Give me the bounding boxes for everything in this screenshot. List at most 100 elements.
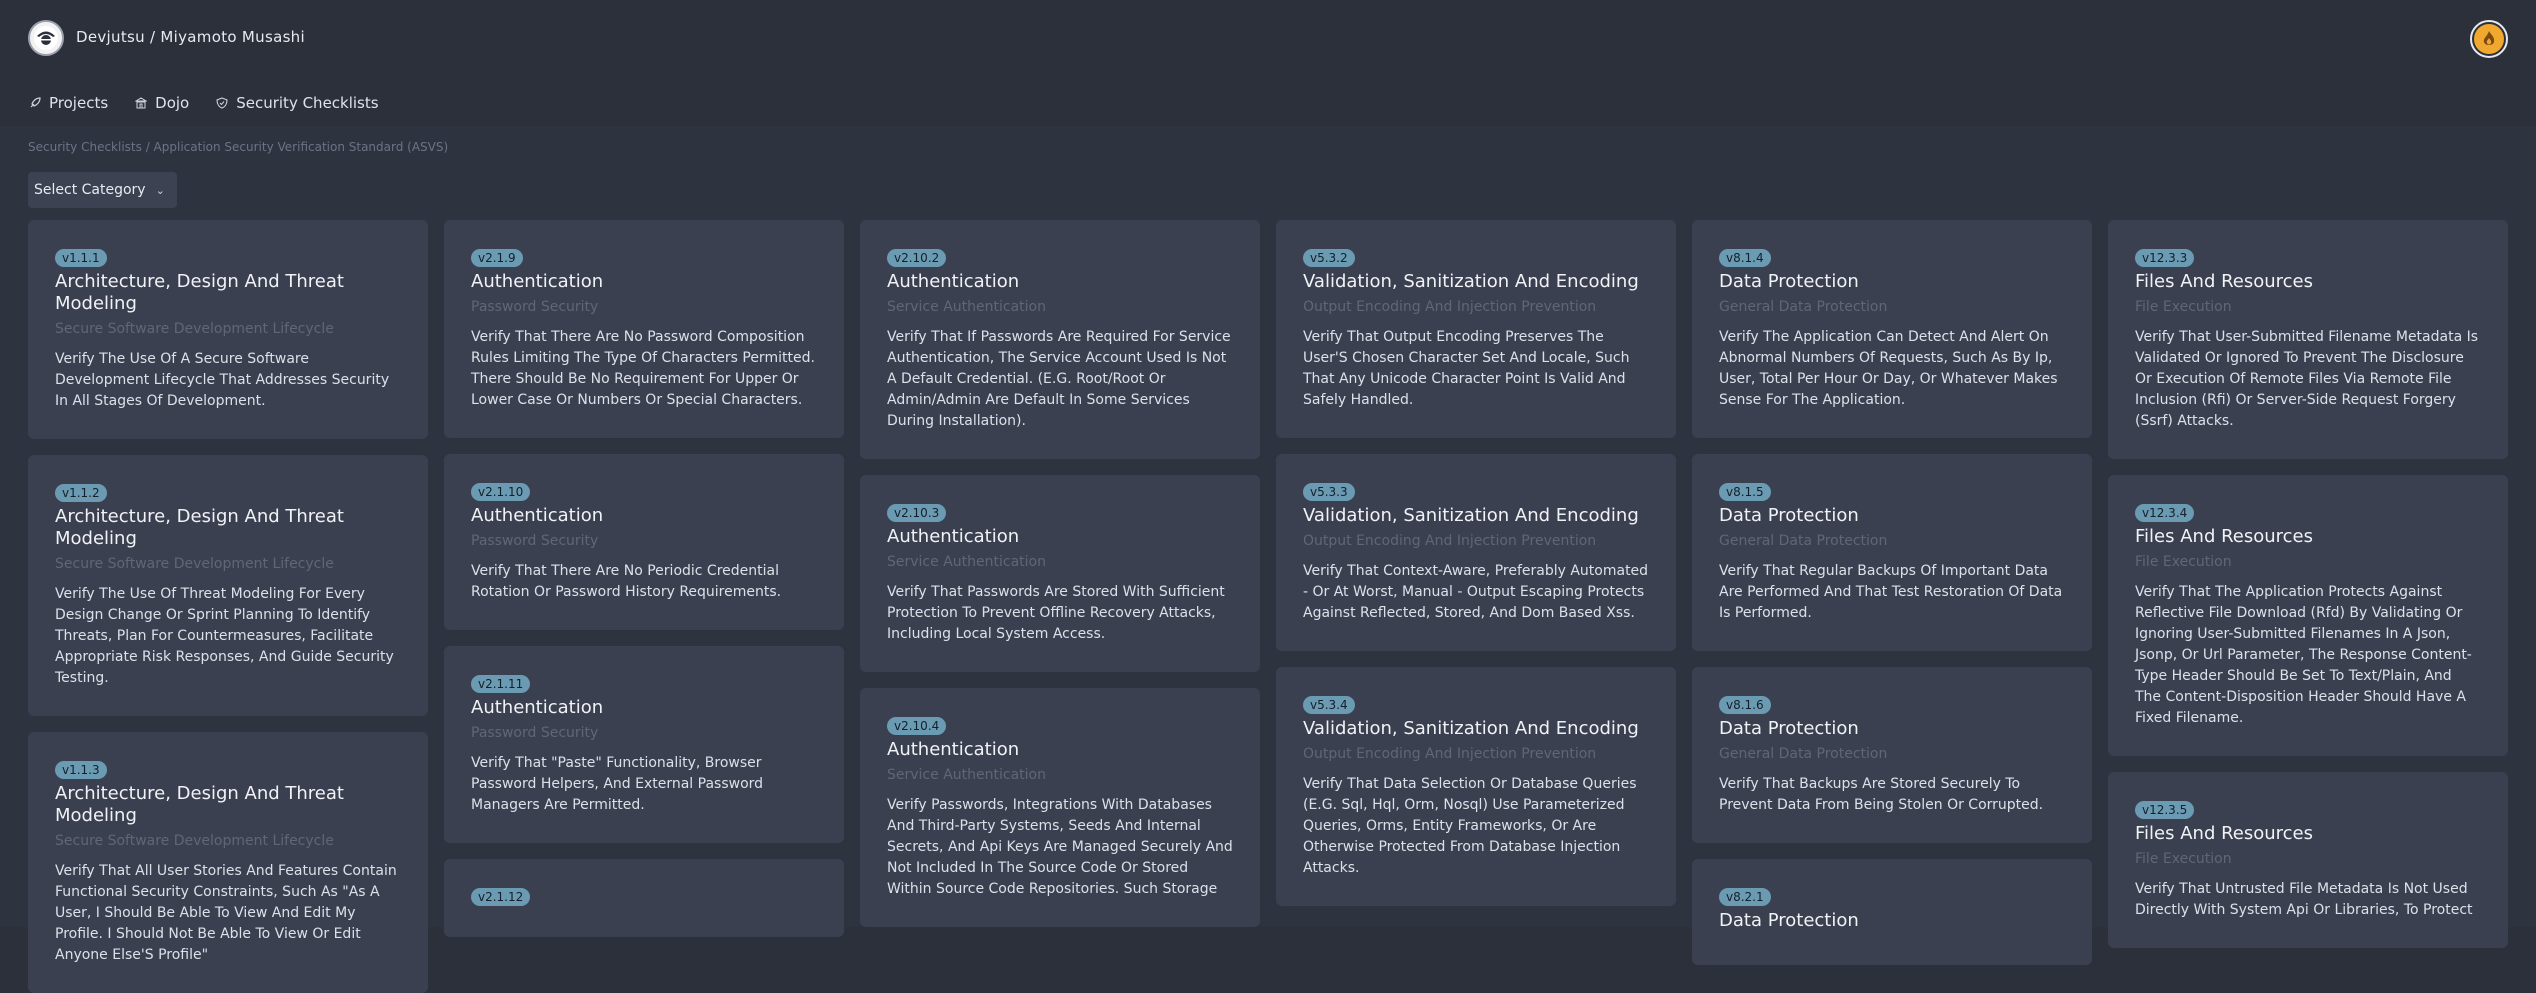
card-subcategory: File Execution [2135,554,2232,570]
card-description: Verify That Backups Are Stored Securely … [1719,776,2044,813]
card-subcategory: Service Authentication [887,767,1046,783]
column-architecture: v1.1.1 Architecture, Design And Threat M… [28,220,428,993]
card-title: Authentication [471,505,604,526]
card-description: Verify That All User Stories And Feature… [55,863,397,963]
checklist-card[interactable]: v5.3.2 Validation, Sanitization And Enco… [1276,220,1676,438]
checklist-card[interactable]: v12.3.3 Files And Resources File Executi… [2108,220,2508,459]
nav-label-projects: Projects [49,94,109,112]
card-title: Data Protection [1719,718,1859,739]
card-title: Authentication [887,271,1020,292]
card-subcategory: Secure Software Development Lifecycle [55,556,334,572]
card-subcategory: Service Authentication [887,554,1046,570]
card-description: Verify The Use Of A Secure Software Deve… [55,351,390,409]
checklist-card[interactable]: v5.3.3 Validation, Sanitization And Enco… [1276,454,1676,651]
requirement-id-badge: v2.1.10 [471,483,531,501]
card-title: Files And Resources [2135,526,2314,547]
card-subcategory: Password Security [471,725,599,741]
checklist-card[interactable]: v5.3.4 Validation, Sanitization And Enco… [1276,667,1676,906]
category-select[interactable]: Select Category ⌄ [28,172,177,208]
temple-icon [134,96,148,110]
card-description: Verify Passwords, Integrations With Data… [887,797,1233,897]
card-subcategory: Password Security [471,299,599,315]
card-title: Data Protection [1719,910,1859,931]
requirement-id-badge: v5.3.2 [1303,249,1355,267]
checklist-card[interactable]: v1.1.2 Architecture, Design And Threat M… [28,455,428,716]
card-subcategory: General Data Protection [1719,533,1888,549]
card-title: Authentication [471,697,604,718]
card-title: Files And Resources [2135,271,2314,292]
nav-item-dojo[interactable]: Dojo [134,94,189,112]
requirement-id-badge: v8.1.6 [1719,696,1771,714]
card-subcategory: File Execution [2135,299,2232,315]
card-title: Data Protection [1719,505,1859,526]
card-title: Authentication [471,271,604,292]
card-description: Verify That Regular Backups Of Important… [1719,563,2063,621]
card-subcategory: General Data Protection [1719,299,1888,315]
requirement-id-badge: v2.1.9 [471,249,523,267]
card-description: Verify The Application Can Detect And Al… [1719,329,2058,408]
column-validation: v5.3.2 Validation, Sanitization And Enco… [1276,220,1676,993]
checklist-card[interactable]: v8.2.1 Data Protection [1692,859,2092,965]
card-title: Authentication [887,526,1020,547]
requirement-id-badge: v12.3.3 [2135,249,2195,267]
checklist-card[interactable]: v2.1.9 Authentication Password Security … [444,220,844,438]
checklist-card[interactable]: v2.10.3 Authentication Service Authentic… [860,475,1260,672]
card-subcategory: Service Authentication [887,299,1046,315]
checklist-card[interactable]: v12.3.5 Files And Resources File Executi… [2108,772,2508,948]
requirement-id-badge: v5.3.4 [1303,696,1355,714]
requirement-id-badge: v5.3.3 [1303,483,1355,501]
requirement-id-badge: v8.2.1 [1719,888,1771,906]
checklist-card[interactable]: v2.10.4 Authentication Service Authentic… [860,688,1260,927]
requirement-id-badge: v8.1.5 [1719,483,1771,501]
checklist-card[interactable]: v8.1.5 Data Protection General Data Prot… [1692,454,2092,651]
card-description: Verify The Use Of Threat Modeling For Ev… [55,586,394,686]
requirement-id-badge: v8.1.4 [1719,249,1771,267]
card-description: Verify That There Are No Password Compos… [471,329,815,408]
nav-item-security-checklists[interactable]: Security Checklists [215,94,379,112]
nav-label-dojo: Dojo [155,94,190,112]
requirement-id-badge: v12.3.4 [2135,504,2195,522]
checklist-card[interactable]: v1.1.1 Architecture, Design And Threat M… [28,220,428,439]
checklist-card[interactable]: v2.1.10 Authentication Password Security… [444,454,844,630]
flame-avatar-icon [2474,24,2504,54]
checklist-card[interactable]: v1.1.3 Architecture, Design And Threat M… [28,732,428,993]
card-title: Validation, Sanitization And Encoding [1303,271,1639,292]
checklist-card[interactable]: v12.3.4 Files And Resources File Executi… [2108,475,2508,756]
card-title: Validation, Sanitization And Encoding [1303,505,1639,526]
checklist-card[interactable]: v2.1.11 Authentication Password Security… [444,646,844,843]
card-subcategory: Secure Software Development Lifecycle [55,321,334,337]
card-subcategory: Secure Software Development Lifecycle [55,833,334,849]
card-title: Architecture, Design And Threat Modeling [55,506,344,549]
checklist-grid: v1.1.1 Architecture, Design And Threat M… [28,220,2508,993]
card-subcategory: Password Security [471,533,599,549]
requirement-id-badge: v1.1.1 [55,249,107,267]
nav-item-projects[interactable]: Projects [28,94,108,112]
column-authentication-service: v2.10.2 Authentication Service Authentic… [860,220,1260,993]
card-description: Verify That Context-Aware, Preferably Au… [1303,563,1649,621]
user-avatar[interactable] [2470,20,2508,58]
card-description: Verify That If Passwords Are Required Fo… [887,329,1231,429]
card-subcategory: File Execution [2135,851,2232,867]
requirement-id-badge: v2.1.11 [471,675,531,693]
card-title: Files And Resources [2135,823,2314,844]
checklist-card[interactable]: v8.1.6 Data Protection General Data Prot… [1692,667,2092,843]
brand-title[interactable]: Devjutsu / Miyamoto Musashi [76,28,305,46]
checklist-card[interactable]: v8.1.4 Data Protection General Data Prot… [1692,220,2092,438]
requirement-id-badge: v12.3.5 [2135,801,2195,819]
card-title: Architecture, Design And Threat Modeling [55,271,344,314]
card-description: Verify That User-Submitted Filename Meta… [2135,329,2479,429]
card-description: Verify That Output Encoding Preserves Th… [1303,329,1630,408]
top-bar: Devjutsu / Miyamoto Musashi [0,0,2536,80]
checklist-card[interactable]: v2.1.12 [444,859,844,937]
samurai-logo-icon[interactable] [28,20,64,56]
card-description: Verify That There Are No Periodic Creden… [471,563,782,600]
requirement-id-badge: v2.10.4 [887,717,947,735]
shield-icon [215,96,229,110]
main-content: Security Checklists / Application Securi… [0,126,2536,993]
chevron-down-icon: ⌄ [155,183,165,197]
card-title: Validation, Sanitization And Encoding [1303,718,1639,739]
card-title: Authentication [887,739,1020,760]
requirement-id-badge: v2.1.12 [471,888,531,906]
checklist-card[interactable]: v2.10.2 Authentication Service Authentic… [860,220,1260,459]
breadcrumb[interactable]: Security Checklists / Application Securi… [28,140,448,154]
